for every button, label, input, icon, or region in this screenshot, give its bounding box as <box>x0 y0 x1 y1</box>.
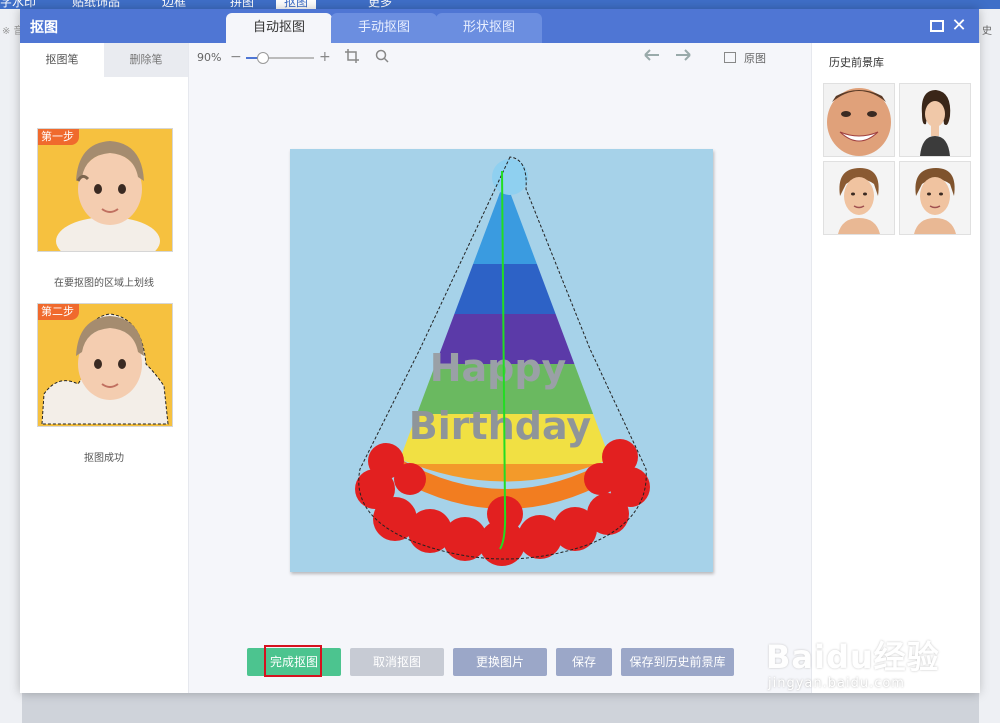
smiling-face-thumbnail <box>824 84 894 156</box>
short-hair-woman-thumbnail-2 <box>900 162 970 234</box>
history-thumb-3[interactable] <box>823 161 895 235</box>
watermark-url: jingyan.baidu.com <box>768 676 905 691</box>
bg-tab-watermark[interactable]: 字水印 <box>0 0 36 9</box>
pen-tabs: 抠图笔 删除笔 <box>20 43 188 77</box>
tab-erase-pen[interactable]: 删除笔 <box>104 43 188 77</box>
close-icon[interactable]: ✕ <box>950 17 968 35</box>
woman-portrait-thumbnail <box>900 84 970 156</box>
save-to-history-button[interactable]: 保存到历史前景库 <box>621 648 734 676</box>
zoom-percent: 90% <box>197 51 222 64</box>
step-one-caption: 在要抠图的区域上划线 <box>54 278 154 289</box>
tab-auto-cutout[interactable]: 自动抠图 <box>226 13 332 43</box>
baby-photo-step-two <box>38 304 172 426</box>
history-panel: 历史前景库 <box>811 43 980 693</box>
magnifier-icon[interactable] <box>375 49 389 67</box>
background-right-text: 史 <box>982 26 992 37</box>
bg-tab-border[interactable]: 边框 <box>162 0 186 9</box>
step-two-caption: 抠图成功 <box>84 453 124 464</box>
history-thumb-2[interactable] <box>899 83 971 157</box>
baby-photo-step-one <box>38 129 172 251</box>
finish-cutout-button[interactable]: 完成抠图 <box>247 648 341 676</box>
dialog-title: 抠图 <box>30 20 58 36</box>
background-left-strip <box>0 9 22 723</box>
tab-shape-cutout[interactable]: 形状抠图 <box>436 13 542 43</box>
background-app-topbar <box>0 0 1000 9</box>
editor-toolbar: 90% − + 原图 <box>189 43 811 73</box>
redo-arrow-icon[interactable] <box>675 49 691 65</box>
background-right-strip <box>979 9 1000 723</box>
cancel-cutout-button[interactable]: 取消抠图 <box>350 648 444 676</box>
maximize-icon[interactable] <box>928 17 946 35</box>
editing-canvas[interactable]: Happy Birthday <box>290 149 713 572</box>
step-one-badge: 第一步 <box>38 129 79 145</box>
history-thumb-4[interactable] <box>899 161 971 235</box>
zoom-slider[interactable] <box>246 52 314 64</box>
undo-arrow-icon[interactable] <box>644 49 660 65</box>
step-two-image: 第二步 <box>37 303 173 427</box>
save-button[interactable]: 保存 <box>556 648 612 676</box>
hat-text-happy: Happy <box>430 346 567 390</box>
zoom-out-icon[interactable]: − <box>230 49 242 65</box>
watermark-main: Baidu经验 <box>766 638 940 676</box>
replace-image-button[interactable]: 更换图片 <box>453 648 547 676</box>
history-title: 历史前景库 <box>829 56 884 69</box>
zoom-slider-knob[interactable] <box>257 52 269 64</box>
left-panel: 抠图笔 删除笔 第一步 在要抠图的区域上划线 第二步 抠图成功 <box>20 43 189 693</box>
zoom-in-icon[interactable]: + <box>319 49 331 65</box>
bg-tab-collage[interactable]: 拼图 <box>230 0 254 9</box>
original-image-button[interactable]: 原图 <box>724 50 766 66</box>
bg-tab-more[interactable]: 更多 <box>368 0 392 9</box>
tab-manual-cutout[interactable]: 手动抠图 <box>331 13 437 43</box>
dialog-titlebar: 抠图 自动抠图 手动抠图 形状抠图 ✕ <box>20 9 979 43</box>
baidu-watermark: Baidu经验 jingyan.baidu.com <box>766 624 986 704</box>
bg-tab-cutout[interactable]: 抠图 <box>276 0 317 9</box>
image-icon <box>724 52 736 63</box>
cutout-dialog: 抠图 自动抠图 手动抠图 形状抠图 ✕ 抠图笔 删除笔 第一步 在要抠图的区域上 <box>20 9 980 693</box>
step-one-image: 第一步 <box>37 128 173 252</box>
crop-icon[interactable] <box>345 49 359 67</box>
tab-cutout-pen[interactable]: 抠图笔 <box>20 43 104 77</box>
hat-text-birthday: Birthday <box>409 404 592 448</box>
history-thumb-1[interactable] <box>823 83 895 157</box>
original-image-label: 原图 <box>744 52 766 65</box>
bg-tab-stickers[interactable]: 贴纸饰品 <box>72 0 120 9</box>
short-hair-woman-thumbnail <box>824 162 894 234</box>
party-hat-image: Happy Birthday <box>355 156 650 566</box>
step-two-badge: 第二步 <box>38 304 79 320</box>
